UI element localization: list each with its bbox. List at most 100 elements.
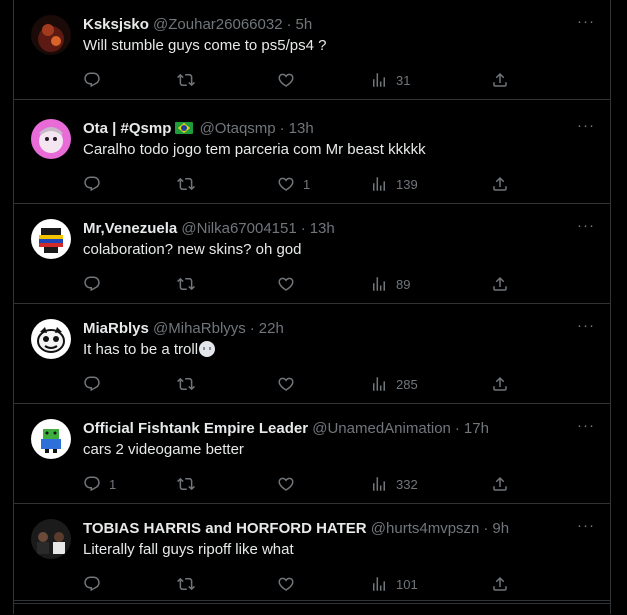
like-button[interactable] bbox=[277, 68, 303, 92]
tweet-actions: 1 139 bbox=[83, 172, 513, 196]
view-count: 285 bbox=[396, 376, 418, 392]
like-button[interactable]: 1 bbox=[277, 172, 310, 196]
views-button[interactable]: 89 bbox=[370, 272, 410, 296]
views-icon bbox=[370, 475, 388, 493]
separator: · bbox=[300, 220, 306, 237]
reply-timeline: Ksksjsko @Zouhar26066032 · 5h ··· Will stu… bbox=[13, 0, 611, 614]
views-button[interactable]: 139 bbox=[370, 172, 418, 196]
tweet[interactable]: Official Fishtank Empire Leader @UnamedA… bbox=[14, 404, 610, 504]
view-count: 332 bbox=[396, 476, 418, 492]
user-handle[interactable]: @Otaqsmp bbox=[200, 120, 276, 137]
like-icon bbox=[277, 175, 295, 193]
retweet-icon bbox=[177, 275, 195, 293]
display-name[interactable]: MiaRblys bbox=[83, 320, 149, 337]
separator: · bbox=[249, 320, 255, 337]
like-count: 1 bbox=[303, 176, 311, 192]
display-name[interactable]: Official Fishtank Empire Leader bbox=[83, 420, 308, 437]
timestamp[interactable]: 9h bbox=[492, 520, 509, 537]
share-button[interactable] bbox=[491, 472, 509, 496]
tweet[interactable]: Ksksjsko @Zouhar26066032 · 5h ··· Will stu… bbox=[14, 0, 610, 100]
timestamp[interactable]: 13h bbox=[310, 220, 335, 237]
display-name[interactable]: TOBIAS HARRIS and HORFORD HATER bbox=[83, 520, 367, 537]
views-button[interactable]: 101 bbox=[370, 572, 418, 596]
avatar[interactable] bbox=[31, 219, 71, 259]
display-name[interactable]: Mr,Venezuela bbox=[83, 220, 177, 237]
more-icon[interactable]: ··· bbox=[576, 418, 596, 436]
user-handle[interactable]: @UnamedAnimation bbox=[312, 420, 451, 437]
like-icon bbox=[277, 375, 295, 393]
views-button[interactable]: 285 bbox=[370, 372, 418, 396]
tweet-text: Will stumble guys come to ps5/ps4 ? bbox=[83, 37, 327, 54]
retweet-icon bbox=[177, 375, 195, 393]
view-count: 101 bbox=[396, 576, 418, 592]
separator: · bbox=[454, 420, 460, 437]
more-icon[interactable]: ··· bbox=[576, 318, 596, 336]
more-icon[interactable]: ··· bbox=[576, 218, 596, 236]
views-icon bbox=[370, 175, 388, 193]
retweet-button[interactable] bbox=[177, 372, 203, 396]
tweet-header: Mr,Venezuela @Nilka67004151 · 13h bbox=[83, 219, 570, 239]
like-button[interactable] bbox=[277, 572, 303, 596]
like-icon bbox=[277, 71, 295, 89]
avatar[interactable] bbox=[31, 419, 71, 459]
user-handle[interactable]: @MihaRblyys bbox=[153, 320, 246, 337]
retweet-button[interactable] bbox=[177, 68, 203, 92]
separator: · bbox=[483, 520, 489, 537]
user-handle[interactable]: @Nilka67004151 bbox=[181, 220, 296, 237]
views-icon bbox=[370, 71, 388, 89]
reply-icon bbox=[83, 175, 101, 193]
reply-button[interactable] bbox=[83, 372, 109, 396]
views-icon bbox=[370, 375, 388, 393]
like-button[interactable] bbox=[277, 472, 303, 496]
tweet-actions: 89 bbox=[83, 272, 513, 296]
retweet-icon bbox=[177, 575, 195, 593]
tweet-text-content: It has to be a troll bbox=[83, 341, 199, 358]
tweet[interactable]: Mr,Venezuela @Nilka67004151 · 13h ··· cola… bbox=[14, 204, 610, 304]
user-handle[interactable]: @hurts4mvpszn bbox=[371, 520, 480, 537]
more-icon[interactable]: ··· bbox=[576, 118, 596, 136]
views-icon bbox=[370, 275, 388, 293]
share-button[interactable] bbox=[491, 172, 509, 196]
share-button[interactable] bbox=[491, 272, 509, 296]
avatar[interactable] bbox=[31, 319, 71, 359]
retweet-button[interactable] bbox=[177, 272, 203, 296]
more-icon[interactable]: ··· bbox=[576, 14, 596, 32]
like-button[interactable] bbox=[277, 372, 303, 396]
retweet-icon bbox=[177, 71, 195, 89]
timestamp[interactable]: 17h bbox=[464, 420, 489, 437]
like-button[interactable] bbox=[277, 272, 303, 296]
retweet-button[interactable] bbox=[177, 172, 203, 196]
reply-button[interactable] bbox=[83, 68, 109, 92]
avatar[interactable] bbox=[31, 519, 71, 559]
view-count: 139 bbox=[396, 176, 418, 192]
retweet-button[interactable] bbox=[177, 572, 203, 596]
reply-icon bbox=[83, 375, 101, 393]
display-name[interactable]: Ksksjsko bbox=[83, 16, 149, 33]
timestamp[interactable]: 22h bbox=[259, 320, 284, 337]
retweet-button[interactable] bbox=[177, 472, 203, 496]
reply-button[interactable] bbox=[83, 272, 109, 296]
display-name[interactable]: Ota | #Qsmp bbox=[83, 120, 171, 137]
timestamp[interactable]: 13h bbox=[289, 120, 314, 137]
more-icon[interactable]: ··· bbox=[576, 518, 596, 536]
avatar[interactable] bbox=[31, 119, 71, 159]
share-button[interactable] bbox=[491, 68, 509, 92]
tweet[interactable]: TOBIAS HARRIS and HORFORD HATER @hurts4m… bbox=[14, 504, 610, 604]
user-handle[interactable]: @Zouhar26066032 bbox=[153, 16, 283, 33]
view-count: 31 bbox=[396, 72, 411, 88]
reply-icon bbox=[83, 71, 101, 89]
reply-button[interactable] bbox=[83, 572, 109, 596]
tweet[interactable]: Ota | #Qsmp @Otaqsmp · 13h ··· Caralho tod… bbox=[14, 104, 610, 204]
avatar[interactable] bbox=[31, 15, 71, 55]
views-button[interactable]: 31 bbox=[370, 68, 410, 92]
tweet-header: MiaRblys @MihaRblyys · 22h bbox=[83, 319, 570, 339]
share-button[interactable] bbox=[491, 372, 509, 396]
tweet-header: Ksksjsko @Zouhar26066032 · 5h bbox=[83, 15, 570, 35]
tweet[interactable]: MiaRblys @MihaRblyys · 22h ··· It has to b… bbox=[14, 304, 610, 404]
reply-button[interactable]: 1 bbox=[83, 472, 116, 496]
views-button[interactable]: 332 bbox=[370, 472, 418, 496]
timestamp[interactable]: 5h bbox=[296, 16, 313, 33]
share-icon bbox=[491, 475, 509, 493]
reply-button[interactable] bbox=[83, 172, 109, 196]
share-button[interactable] bbox=[491, 572, 509, 596]
